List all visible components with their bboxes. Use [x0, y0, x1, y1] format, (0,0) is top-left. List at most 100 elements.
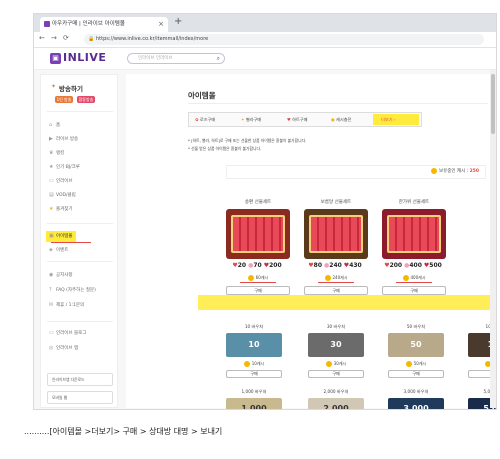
sidebar-item[interactable]: ★ 즐겨찾기 [49, 205, 73, 213]
sidebar-item-label: 홈 [56, 123, 61, 128]
tab-more[interactable]: 더보기 › [381, 113, 396, 126]
balance-value: 250 [469, 169, 479, 174]
voucher-price: 10캐시 [226, 361, 282, 367]
app-download-button[interactable]: 인라이브앱 다운로드 [47, 373, 113, 386]
set-image[interactable] [382, 209, 446, 259]
coin-icon [402, 275, 409, 281]
address-bar: ← → ⟳ 🔒 https://www.inlive.co.kr/itemmal… [34, 32, 496, 48]
buy-button[interactable]: 구매 [308, 370, 364, 378]
logo-icon[interactable]: ▣ [50, 53, 61, 64]
search-input[interactable]: 인라이브 인라이브 ⌕ [127, 53, 225, 64]
voucher-image[interactable]: 2,000 [308, 398, 364, 409]
coin-icon [324, 275, 331, 281]
tab-title: 아우카구매 | 인라이브 아이템몰 [52, 21, 125, 27]
coin-icon [325, 361, 332, 367]
buy-button[interactable]: 구매 [388, 370, 444, 378]
stat-value: 400 [409, 262, 422, 269]
tab-rose[interactable]: ✿ 로즈구매 [195, 113, 215, 126]
sidebar-item[interactable]: ⌂ 홈 [49, 121, 60, 129]
set-image[interactable] [304, 209, 368, 259]
sidebar-item-label: 공지사항 [56, 273, 73, 278]
sidebar-item[interactable]: ◎ 인라이브 앱 [49, 344, 78, 352]
sidebar-item-label: 인라이브 앱 [56, 346, 79, 351]
sidebar-item[interactable]: ▭ 인라이브 블로그 [49, 329, 86, 337]
sidebar-item[interactable]: ▣ 아이템몰 [49, 232, 73, 240]
buy-button[interactable]: 구매 [226, 370, 282, 378]
sidebar-item[interactable]: ◉ 공지사항 [49, 271, 73, 279]
forward-icon[interactable]: → [51, 34, 57, 42]
site-logo[interactable]: INLIVE [63, 51, 106, 64]
tab-heart[interactable]: ♥ 하트구매 [287, 113, 308, 126]
tab-bar: 아우카구매 | 인라이브 아이템몰 × + [34, 14, 496, 32]
voucher-image[interactable]: 3,000 [388, 398, 444, 409]
solo-broadcast-button[interactable]: 1인 방송 [55, 96, 73, 103]
browser-tab[interactable]: 아우카구매 | 인라이브 아이템몰 × [40, 17, 168, 32]
set-price: 60캐시 [226, 275, 290, 281]
set-price: 240캐시 [304, 275, 368, 281]
tab-star[interactable]: ✦ 별라구매 [241, 113, 261, 126]
voucher-title: 1,000 바우처 [241, 389, 267, 394]
stat-value: 200 [389, 262, 403, 269]
caption-text: ..........[아이템몰 >더보기> 구매 > 상대방 대명 > 보내기 [24, 427, 223, 436]
divider [188, 103, 488, 104]
divider [47, 321, 113, 322]
buy-button[interactable]: 구매 [304, 286, 368, 295]
url-field[interactable]: 🔒 https://www.inlive.co.kr/itemmall/inde… [84, 34, 484, 45]
sidebar-item[interactable]: ◈ 이벤트 [49, 246, 68, 254]
sidebar-item-label: 인기 BJ/크루 [56, 165, 80, 170]
blog-icon: ▭ [49, 330, 54, 336]
red-underline [51, 242, 91, 243]
sidebar-item[interactable]: ▤ VOD/클립 [49, 191, 76, 199]
mail-icon: ✉ [49, 302, 54, 308]
sidebar-item[interactable]: ? FAQ (자주하는 질문) [49, 286, 96, 294]
back-icon[interactable]: ← [39, 34, 45, 42]
search-placeholder: 인라이브 인라이브 [138, 56, 173, 61]
highlight-marker [373, 114, 419, 125]
balance-box: 보유중인 캐시 : 250 [226, 165, 486, 179]
star-icon: ✦ [241, 117, 245, 122]
search-icon[interactable]: ⌕ [217, 54, 220, 63]
broadcast-icon: ✦ [51, 83, 57, 90]
voucher-image[interactable]: 30 [308, 333, 364, 357]
mobile-web-button[interactable]: 모바일 웹 [47, 391, 113, 404]
set-image[interactable] [226, 209, 290, 259]
sidebar-item-label: 즐겨찾기 [56, 207, 73, 212]
vod-icon: ▤ [49, 192, 54, 198]
sidebar-item[interactable]: ★ 인기 BJ/크루 [49, 163, 80, 171]
sidebar-item[interactable]: ♛ 랭킹 [49, 149, 64, 157]
coin-icon [430, 167, 437, 174]
tab-cash[interactable]: ● 캐시충전 [331, 113, 351, 126]
notice-text: * 선물 받은 상품 아이템은 환불이 불가합니다. [188, 146, 262, 151]
scrollbar[interactable] [490, 70, 496, 408]
voucher-title: 3,000 바우처 [403, 389, 429, 394]
price-label: 30캐시 [333, 361, 347, 366]
sidebar-item[interactable]: ✉ 제휴 / 1:1문의 [49, 301, 84, 309]
sidebar-item[interactable]: ▭ 인라이브 [49, 177, 73, 185]
notice-text: * [하트, 별라, 하트]로 구매 또는 선물한 상품 아이템은 환불이 불가… [188, 138, 307, 143]
voucher-image[interactable]: 10 [226, 333, 282, 357]
voucher-image[interactable]: 1,000 [226, 398, 282, 409]
live-icon: ▶ [49, 136, 53, 142]
sidebar-item[interactable]: ▶ 라이브 방송 [49, 135, 78, 143]
buy-button[interactable]: 구매 [226, 286, 290, 295]
red-underline [318, 282, 354, 283]
set-stats: ♥20 ●70 ♥200 [226, 262, 290, 269]
new-tab-button[interactable]: + [174, 16, 182, 27]
sidebar-item-label: FAQ (자주하는 질문) [56, 288, 96, 293]
scroll-thumb[interactable] [491, 74, 495, 134]
joint-broadcast-button[interactable]: 합동방송 [77, 96, 95, 103]
buy-button[interactable]: 구매 [382, 286, 446, 295]
refresh-icon[interactable]: ⟳ [63, 34, 69, 42]
sidebar-item-label: 랭킹 [56, 151, 65, 156]
set-title: 한가위 선물세트 [398, 200, 430, 205]
gift-box-image [231, 215, 285, 253]
voucher-image[interactable]: 50 [388, 333, 444, 357]
voucher-title: 10 바우처 [244, 324, 264, 329]
stat-value: 20 [237, 262, 247, 269]
sidebar-item-label: 인라이브 [56, 179, 73, 184]
sidebar-item-label: 인라이브 블로그 [56, 331, 87, 336]
home-icon: ⌂ [49, 122, 53, 128]
lock-icon: 🔒 [88, 36, 95, 42]
close-icon[interactable]: × [158, 17, 164, 32]
balance-label: 보유중인 캐시 : [438, 169, 469, 174]
